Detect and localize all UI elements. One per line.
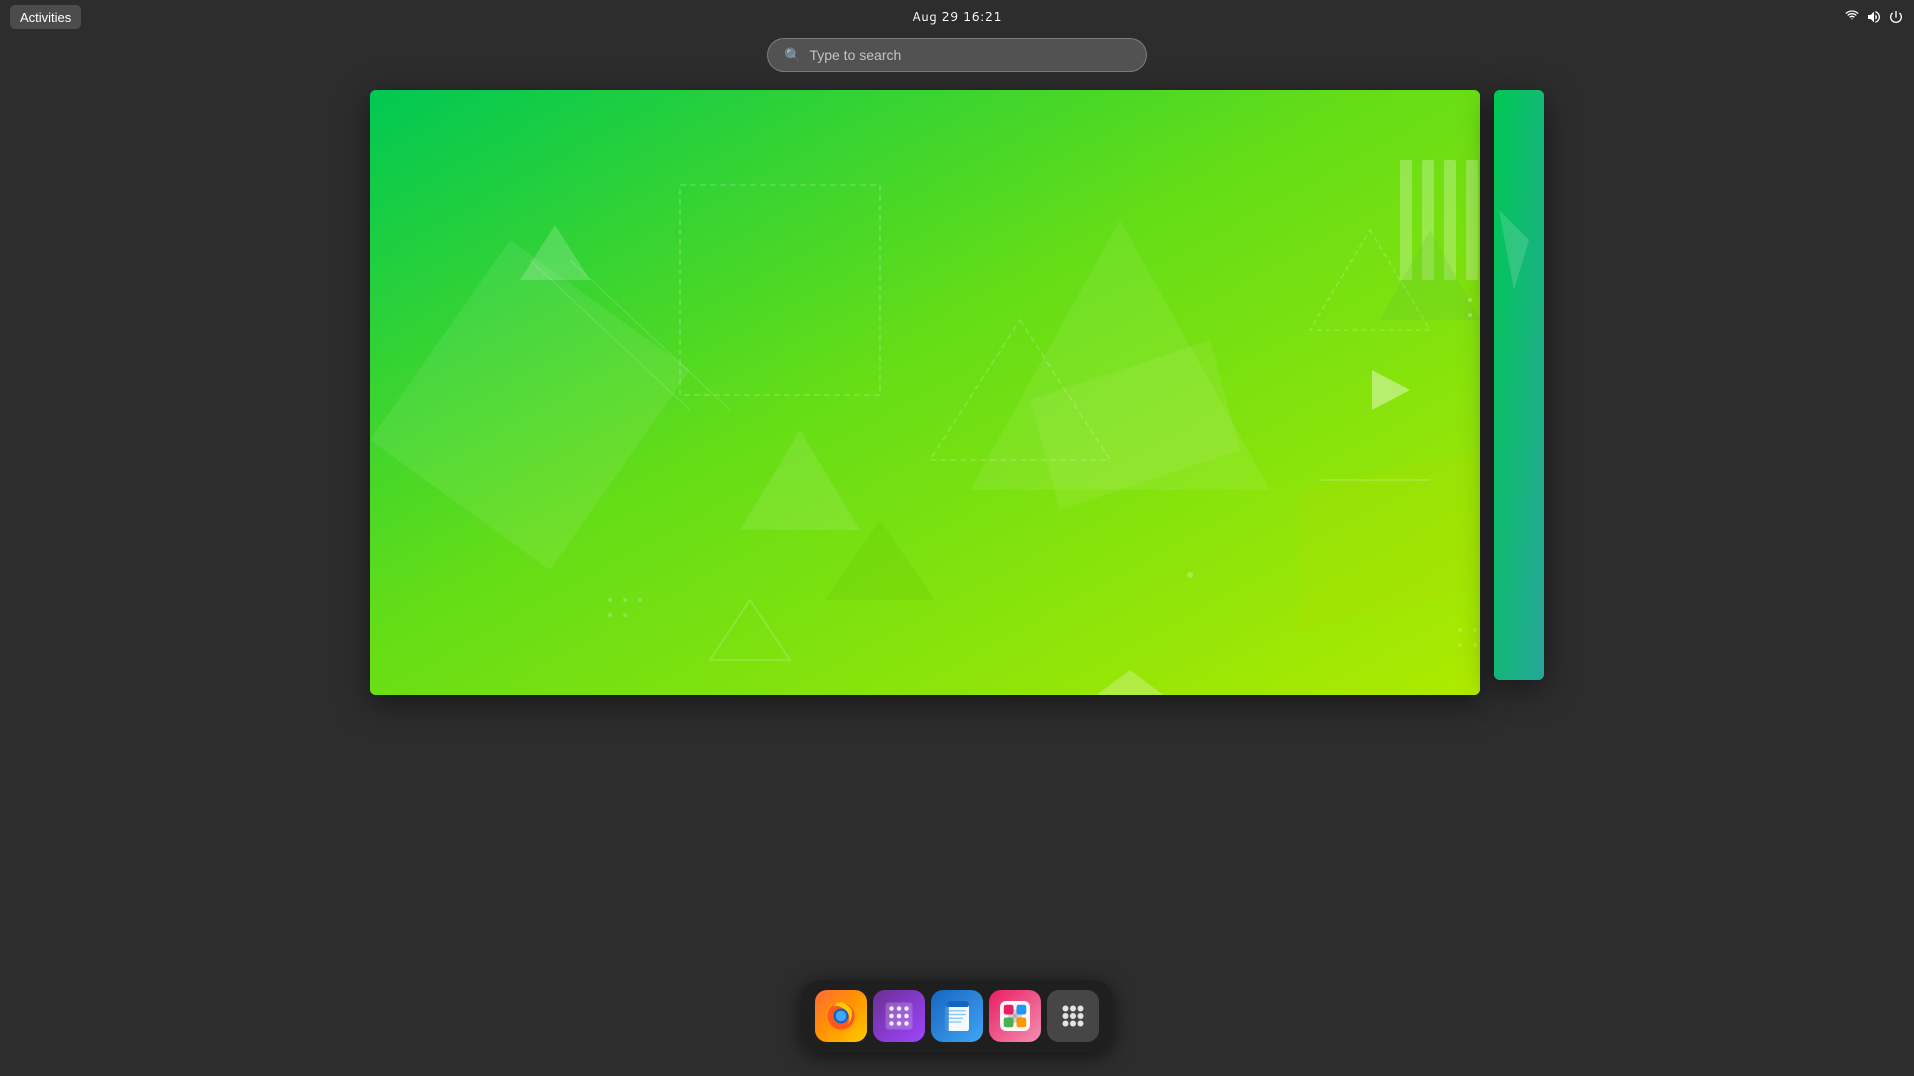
power-icon[interactable] [1888, 9, 1904, 25]
wallpaper [370, 90, 1480, 695]
workspace-container [370, 90, 1544, 695]
activities-button[interactable]: Activities [10, 5, 81, 29]
search-icon: 🔍 [784, 45, 801, 65]
search-container: 🔍 [767, 38, 1147, 72]
dock-firefox-icon[interactable] [815, 990, 867, 1042]
top-bar: Activities Aug 29 16:21 [0, 0, 1914, 34]
search-bar: 🔍 [767, 38, 1147, 72]
dock [801, 980, 1113, 1052]
dock-apps-grid-icon[interactable] [1047, 990, 1099, 1042]
network-icon[interactable] [1844, 9, 1860, 25]
clock: Aug 29 16:21 [912, 8, 1002, 26]
dock-container [801, 980, 1113, 1052]
volume-icon[interactable] [1866, 9, 1882, 25]
system-icons [1844, 9, 1904, 25]
side-window[interactable] [1494, 90, 1544, 680]
dock-store-icon[interactable] [989, 990, 1041, 1042]
dock-writer-icon[interactable] [931, 990, 983, 1042]
dock-calendar-icon[interactable] [873, 990, 925, 1042]
search-input[interactable] [809, 47, 1130, 63]
main-window[interactable] [370, 90, 1480, 695]
